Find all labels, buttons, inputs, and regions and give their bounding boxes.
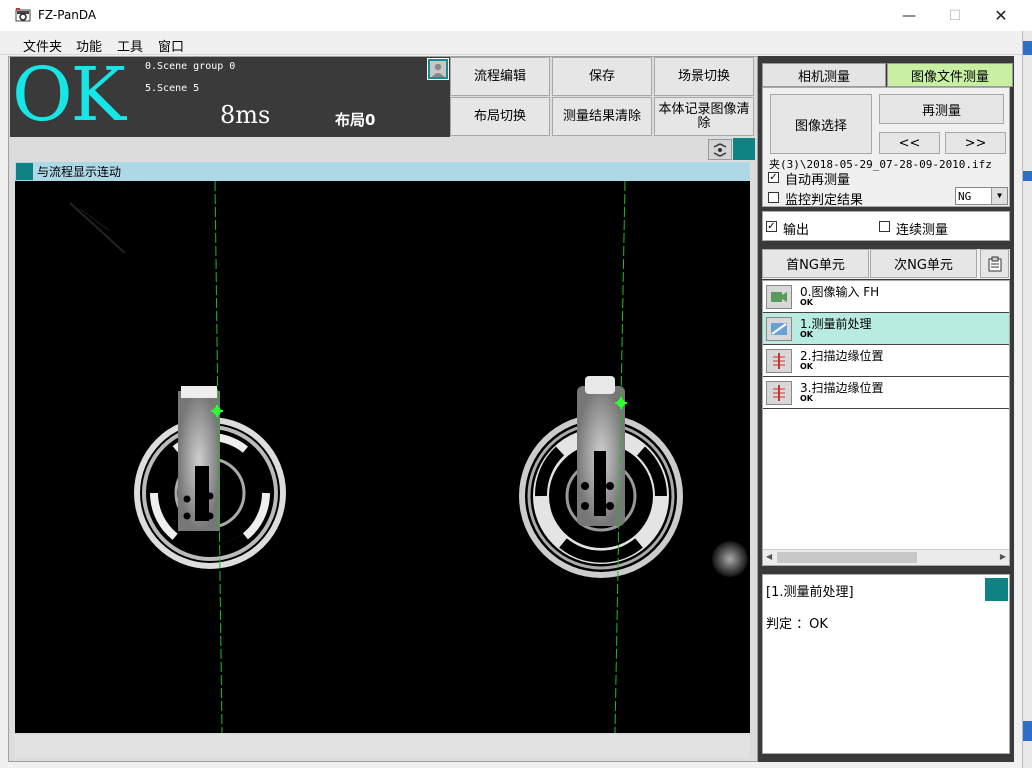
unit-status: OK: [800, 330, 813, 339]
clear-record-image-button[interactable]: 本体记录图像清除: [654, 97, 754, 136]
image-artifact: [712, 541, 748, 577]
next-image-button[interactable]: >>: [945, 132, 1006, 154]
menu-window[interactable]: 窗口: [158, 36, 184, 55]
auto-remeasure-label: 自动再测量: [785, 173, 851, 188]
edge-scan-icon: [766, 349, 792, 373]
detail-indicator: [985, 578, 1008, 601]
tab-camera-measure[interactable]: 相机测量: [762, 63, 886, 87]
image-noise: [69, 202, 126, 254]
detail-title: [1.测量前处理]: [766, 585, 854, 600]
edge-scan-icon: [766, 381, 792, 405]
right-part: [519, 376, 683, 578]
person-icon: [432, 63, 444, 77]
output-label: 输出: [783, 223, 810, 238]
first-ng-unit-button[interactable]: 首NG单元: [762, 249, 869, 278]
maximize-button[interactable]: ☐: [932, 0, 978, 31]
image-panel-title: 与流程显示连动: [37, 165, 122, 179]
list-item[interactable]: 3.扫描边缘位置 OK: [763, 377, 1009, 409]
image-panel-header: 与流程显示连动: [15, 162, 750, 181]
unit-status: OK: [800, 394, 813, 403]
layout-switch-button[interactable]: 布局切换: [450, 97, 550, 136]
minimize-button[interactable]: —: [886, 0, 932, 31]
title-bar: FZ-PanDA — ☐ ✕: [0, 0, 1032, 31]
clipboard-icon[interactable]: [980, 249, 1009, 278]
close-button[interactable]: ✕: [978, 0, 1024, 31]
judge-filter-select[interactable]: NG ▼: [955, 187, 1008, 205]
output-options: ✓ 输出 连续测量: [762, 211, 1010, 241]
continuous-measure-checkbox[interactable]: [879, 221, 890, 232]
tab-image-file-measure[interactable]: 图像文件测量: [887, 63, 1013, 87]
sync-icon[interactable]: [708, 139, 732, 160]
previous-image-button[interactable]: <<: [879, 132, 940, 154]
chevron-down-icon: ▼: [991, 188, 1007, 204]
horizontal-scrollbar[interactable]: ◀ ▶: [763, 549, 1009, 565]
menu-bar: 文件夹 功能 工具 窗口: [0, 31, 1022, 55]
processing-time: 8ms: [220, 101, 271, 129]
next-ng-unit-button[interactable]: 次NG单元: [870, 249, 977, 278]
user-icon[interactable]: [427, 58, 449, 80]
remeasure-button[interactable]: 再测量: [879, 94, 1004, 124]
camera-image[interactable]: [15, 181, 750, 733]
auto-remeasure-checkbox[interactable]: ✓: [768, 172, 779, 183]
list-item[interactable]: 2.扫描边缘位置 OK: [763, 345, 1009, 377]
continuous-measure-label: 连续测量: [896, 223, 949, 238]
status-panel: OK 0.Scene group 0 5.Scene 5 8ms 布局0: [10, 52, 450, 138]
background-window-marker: [1023, 171, 1032, 181]
detail-judgement: 判定 ：OK: [766, 617, 828, 632]
measurement-image: [69, 181, 748, 733]
clear-results-button[interactable]: 测量结果清除: [552, 97, 652, 136]
left-part: [134, 386, 286, 569]
unit-status: OK: [800, 362, 813, 371]
flow-edit-button[interactable]: 流程编辑: [450, 57, 550, 96]
monitor-judge-label: 监控判定结果: [785, 193, 864, 208]
scene-group-label: 0.Scene group 0: [145, 61, 236, 72]
image-select-button[interactable]: 图像选择: [770, 94, 872, 154]
monitor-judge-checkbox[interactable]: [768, 192, 779, 203]
list-item[interactable]: 0.图像输入 FH OK: [763, 281, 1009, 313]
app-logo-icon: [15, 8, 31, 22]
scene-switch-button[interactable]: 场景切换: [654, 57, 754, 96]
judge-filter-value: NG: [958, 190, 972, 203]
output-checkbox[interactable]: ✓: [766, 221, 777, 232]
unit-status: OK: [800, 298, 813, 307]
camera-input-icon: [766, 285, 792, 309]
window-title: FZ-PanDA: [38, 8, 97, 22]
preprocess-icon: [766, 317, 792, 341]
status-strip: [15, 735, 750, 758]
layout-label: 布局0: [335, 111, 376, 129]
background-window-edge: [1022, 31, 1032, 768]
unit-detail-panel: [1.测量前处理] 判定 ：OK: [762, 574, 1010, 754]
processing-unit-list: 0.图像输入 FH OK 1.测量前处理 OK 2.扫描边缘位置 OK 3.扫描…: [762, 280, 1010, 566]
background-window-marker: [1023, 721, 1032, 741]
scroll-right-icon[interactable]: ▶: [1000, 552, 1006, 561]
scrollbar-thumb[interactable]: [777, 552, 917, 563]
scene-label: 5.Scene 5: [145, 83, 200, 94]
judgement-result: OK: [12, 52, 126, 138]
unit-navigation: 首NG单元 次NG单元: [762, 249, 1010, 279]
list-item[interactable]: 1.测量前处理 OK: [763, 313, 1009, 345]
scroll-left-icon[interactable]: ◀: [766, 552, 772, 561]
background-window-marker: [1023, 41, 1032, 55]
indicator-block: [733, 138, 755, 160]
save-button[interactable]: 保存: [552, 57, 652, 96]
header-marker: [16, 163, 33, 180]
